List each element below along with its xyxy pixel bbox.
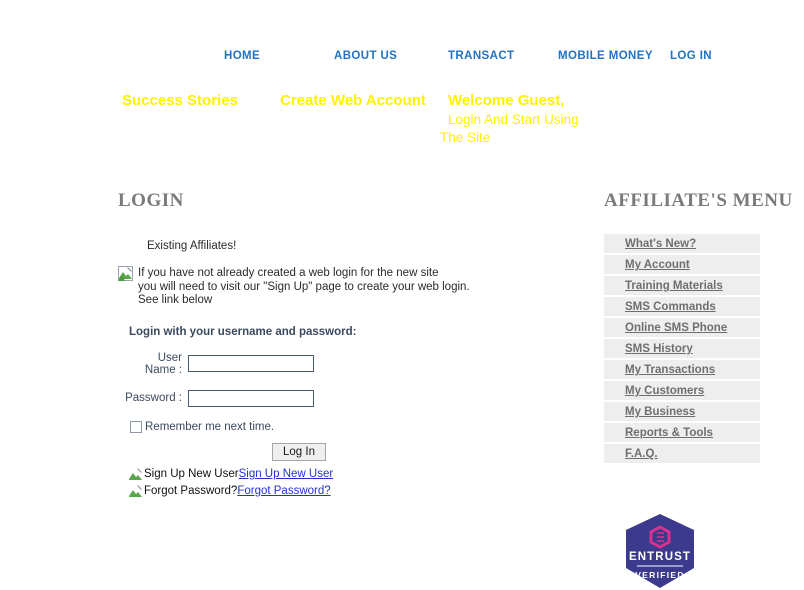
- nav-item-transact[interactable]: TRANSACT: [448, 50, 514, 62]
- affiliate-menu-link[interactable]: My Transactions: [625, 364, 715, 376]
- login-button-wrap: Log In: [272, 442, 548, 461]
- affiliate-menu-link[interactable]: My Business: [625, 406, 695, 418]
- signup-notice-line1: If you have not already created a web lo…: [138, 267, 439, 279]
- affiliate-menu-item-online-sms-phone[interactable]: Online SMS Phone: [604, 318, 760, 339]
- username-row: User Name :: [118, 352, 548, 376]
- affiliate-menu-list: What's New? My Account Training Material…: [604, 233, 760, 465]
- affiliate-menu-link[interactable]: SMS Commands: [625, 301, 716, 313]
- promo-welcome-guest-text: Welcome Guest,: [448, 92, 565, 109]
- affiliate-menu-item-training-materials[interactable]: Training Materials: [604, 276, 760, 297]
- signup-notice-line3: See link below: [138, 294, 213, 306]
- forgot-alt-text: Forgot Password?: [144, 485, 238, 497]
- affiliate-menu-title: AFFILIATE'S MENU: [604, 190, 793, 211]
- forgot-link-row: Forgot Password? Forgot Password?: [128, 484, 548, 499]
- entrust-verified-badge[interactable]: ENTRUST VERIFIED: [624, 513, 696, 589]
- nav-item-log-in[interactable]: LOG IN: [670, 50, 712, 62]
- login-instruction-text: Login with your username and password:: [129, 325, 357, 338]
- existing-affiliates-text: Existing Affiliates!: [147, 240, 237, 252]
- signup-notice-text: If you have not already created a web lo…: [138, 266, 470, 308]
- signup-alt-text: Sign Up New User: [144, 468, 239, 480]
- remember-me-row: Remember me next time.: [130, 420, 548, 433]
- affiliate-menu-item-faq[interactable]: F.A.Q.: [604, 444, 760, 465]
- entrust-status-text: VERIFIED: [635, 570, 685, 580]
- affiliate-menu-item-sms-history[interactable]: SMS History: [604, 339, 760, 360]
- broken-image-icon: [128, 484, 143, 499]
- affiliate-menu-link[interactable]: SMS History: [625, 343, 693, 355]
- affiliate-menu-item-reports-tools[interactable]: Reports & Tools: [604, 423, 760, 444]
- entrust-brand-text: ENTRUST: [629, 551, 691, 563]
- username-label: User Name :: [144, 351, 182, 376]
- sign-up-new-user-link[interactable]: Sign Up New User: [239, 468, 334, 480]
- password-row: Password :: [118, 389, 548, 407]
- login-panel: LOGIN Existing Affiliates! If you have n…: [118, 190, 548, 501]
- login-title: LOGIN: [118, 190, 184, 211]
- affiliate-menu-link[interactable]: My Customers: [625, 385, 704, 397]
- nav-item-home[interactable]: HOME: [224, 50, 260, 62]
- affiliate-menu-item-whats-new[interactable]: What's New?: [604, 234, 760, 255]
- promo-create-web-account-link[interactable]: Create Web Account: [280, 92, 426, 109]
- top-navigation: HOME ABOUT US TRANSACT MOBILE MONEY LOG …: [0, 50, 804, 70]
- log-in-button[interactable]: Log In: [272, 442, 326, 461]
- broken-image-icon: [128, 467, 143, 482]
- affiliate-menu-link[interactable]: My Account: [625, 259, 690, 271]
- affiliate-menu-item-my-transactions[interactable]: My Transactions: [604, 360, 760, 381]
- login-form: User Name : Password : Remember me next …: [118, 352, 548, 499]
- affiliate-menu-item-my-customers[interactable]: My Customers: [604, 381, 760, 402]
- affiliate-menu-item-sms-commands[interactable]: SMS Commands: [604, 297, 760, 318]
- signup-notice: If you have not already created a web lo…: [118, 266, 548, 308]
- promo-welcome-line2: Login And Start Using: [448, 112, 579, 127]
- affiliate-menu-link[interactable]: Training Materials: [625, 280, 723, 292]
- signup-link-row: Sign Up New User Sign Up New User: [128, 467, 548, 482]
- auxiliary-links: Sign Up New User Sign Up New User Forgot…: [128, 467, 548, 499]
- affiliate-menu-item-my-business[interactable]: My Business: [604, 402, 760, 423]
- username-input[interactable]: [188, 355, 314, 372]
- forgot-password-link[interactable]: Forgot Password?: [237, 485, 330, 497]
- broken-image-icon: [118, 266, 133, 281]
- affiliate-menu-link[interactable]: Reports & Tools: [625, 427, 713, 439]
- signup-notice-line2: you will need to visit our "Sign Up" pag…: [138, 280, 470, 293]
- nav-item-about-us[interactable]: ABOUT US: [334, 50, 397, 62]
- password-label: Password :: [125, 392, 182, 404]
- nav-item-mobile-money[interactable]: MOBILE MONEY: [558, 50, 653, 62]
- password-input[interactable]: [188, 389, 314, 407]
- affiliate-menu-link[interactable]: F.A.Q.: [625, 448, 658, 460]
- affiliate-menu-link[interactable]: What's New?: [625, 238, 696, 250]
- remember-me-label: Remember me next time.: [145, 420, 275, 433]
- affiliate-menu-panel: AFFILIATE'S MENU What's New? My Account …: [604, 190, 793, 465]
- affiliate-menu-item-my-account[interactable]: My Account: [604, 255, 760, 276]
- affiliate-menu-link[interactable]: Online SMS Phone: [625, 322, 727, 334]
- remember-me-checkbox[interactable]: [130, 420, 142, 433]
- promo-welcome-line3: The Site: [440, 130, 491, 145]
- promo-success-stories-link[interactable]: Success Stories: [122, 92, 238, 109]
